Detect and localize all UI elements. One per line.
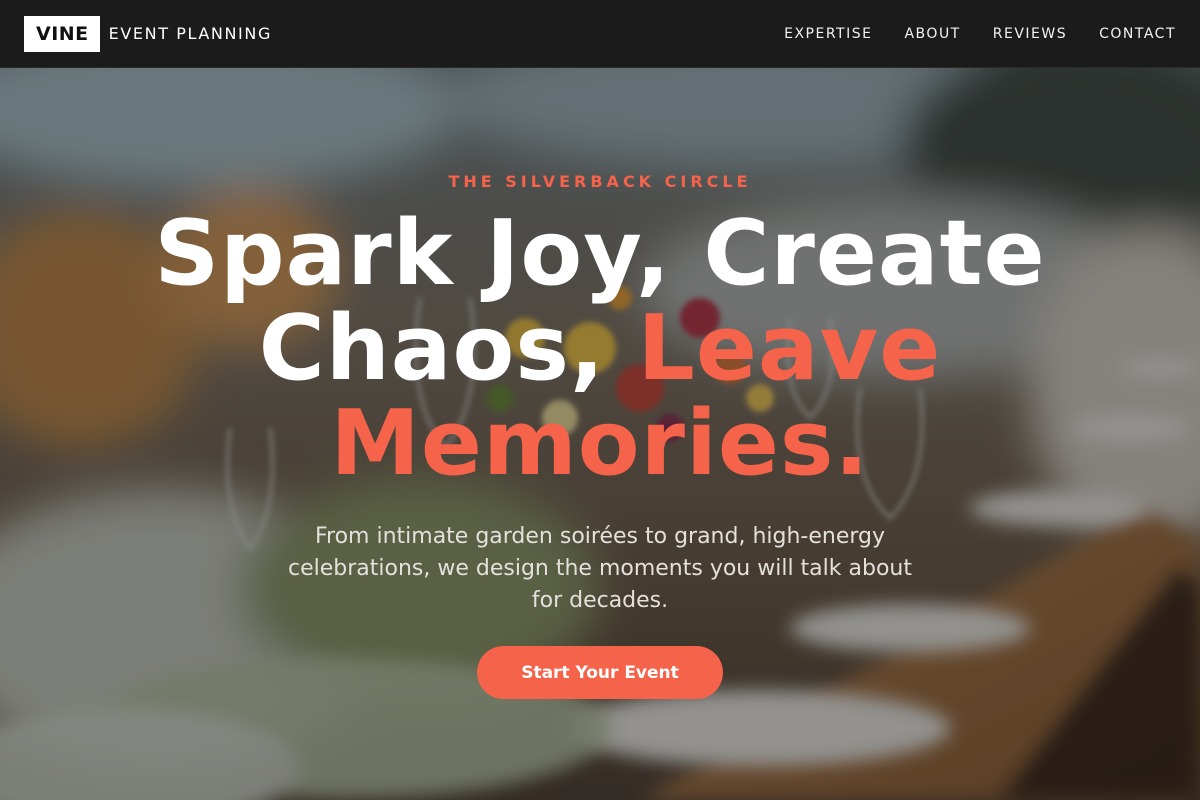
headline-line-2-accent: Leave <box>637 296 942 401</box>
start-your-event-button[interactable]: Start Your Event <box>477 646 723 699</box>
logo-text: EVENT PLANNING <box>108 23 272 43</box>
nav-link-reviews[interactable]: REVIEWS <box>993 26 1067 42</box>
hero-subtext: From intimate garden soirées to grand, h… <box>287 524 912 613</box>
nav-link-about[interactable]: ABOUT <box>904 26 960 42</box>
brand-logo[interactable]: VINE EVENT PLANNING <box>24 16 272 52</box>
nav-link-contact[interactable]: CONTACT <box>1099 26 1176 42</box>
headline-line-2-white: Chaos, <box>258 296 606 401</box>
headline-line-1: Spark Joy, Create <box>154 201 1046 306</box>
nav-links: EXPERTISE ABOUT REVIEWS CONTACT <box>752 0 1176 68</box>
hero-eyebrow: THE SILVERBACK CIRCLE <box>448 172 752 191</box>
nav-link-expertise[interactable]: EXPERTISE <box>784 26 872 42</box>
hero-headline: Spark Joy, Create Chaos, Leave Memories. <box>0 206 1200 491</box>
hero-section: THE SILVERBACK CIRCLE Spark Joy, Create … <box>0 68 1200 800</box>
headline-line-3-accent: Memories. <box>330 391 870 496</box>
logo-mark: VINE <box>24 16 100 52</box>
top-navbar: VINE EVENT PLANNING EXPERTISE ABOUT REVI… <box>0 0 1200 68</box>
